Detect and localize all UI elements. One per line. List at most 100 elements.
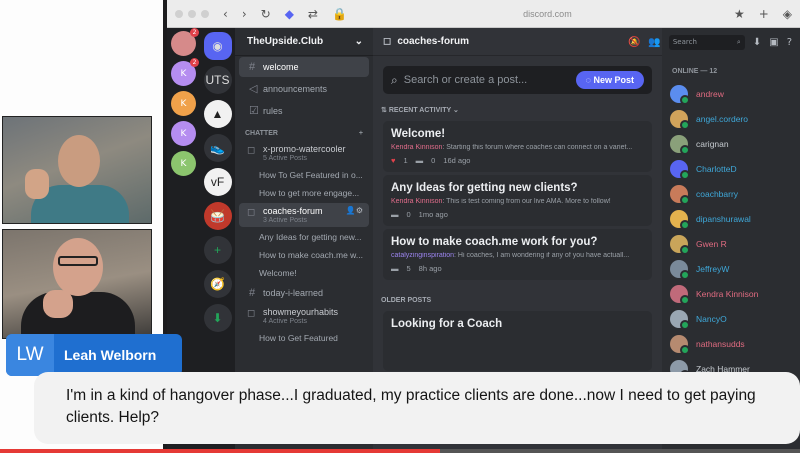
comment-icon: ▬ xyxy=(415,156,424,165)
forum-channel[interactable]: ◻ x-promo-watercooler 5 Active Posts xyxy=(239,141,369,165)
hash-icon: # xyxy=(249,61,256,73)
window-icon[interactable]: ▣ xyxy=(769,37,778,48)
search-placeholder: Search or create a post... xyxy=(403,74,528,86)
forum-icon: ◻ xyxy=(247,308,256,319)
section-label: OLDER POSTS xyxy=(381,297,432,304)
header-search-input[interactable]: Search ⌕ xyxy=(668,34,745,50)
server-avatar[interactable]: K2 xyxy=(171,58,199,86)
forum-post[interactable]: How to make coach.me work for you? catal… xyxy=(383,229,652,280)
guild-drum-icon[interactable]: 🥁 xyxy=(203,202,232,230)
thread-item[interactable]: How to get more engage... xyxy=(235,184,373,202)
thread-item[interactable]: How to Get Featured xyxy=(235,329,373,347)
member-item[interactable]: andrew xyxy=(662,81,800,106)
window-dot[interactable] xyxy=(201,9,209,18)
server-avatar[interactable]: K xyxy=(171,121,196,146)
inbox-icon[interactable]: ⬇ xyxy=(753,37,761,48)
avatar xyxy=(670,234,690,255)
channel-welcome[interactable]: # welcome xyxy=(239,57,369,77)
channel-label: announcements xyxy=(263,83,328,94)
extensions-icon[interactable]: ◈ xyxy=(783,7,792,21)
forum-channel-coaches[interactable]: ◻ coaches-forum 3 Active Posts 👤⚙ xyxy=(239,203,369,227)
channel-label: today-i-learned xyxy=(263,288,324,298)
member-item[interactable]: Kendra Kinnison xyxy=(662,281,800,306)
participant-video-2 xyxy=(2,229,152,339)
sort-icon: ⇅ xyxy=(381,107,389,114)
thread-item[interactable]: Welcome! xyxy=(235,264,373,282)
post-excerpt: Kendra Kinnison: This is test coming fro… xyxy=(391,198,644,205)
back-icon[interactable]: ‹ xyxy=(223,7,228,21)
server-label: K xyxy=(180,158,187,169)
speaker-name-tag: LW Leah Welborn xyxy=(6,334,182,376)
member-item[interactable]: coachbarry xyxy=(662,181,800,206)
swap-icon[interactable]: ⇄ xyxy=(308,7,318,21)
online-heading: ONLINE — 12 xyxy=(672,68,718,75)
window-dot[interactable] xyxy=(188,9,196,18)
guild-header[interactable]: TheUpside.Club ⌄ xyxy=(235,28,373,56)
new-tab-icon[interactable]: + xyxy=(759,7,769,21)
category-header[interactable]: CHATTER + xyxy=(235,122,373,140)
discord-tab-icon[interactable]: ◆ xyxy=(285,7,294,21)
members-icon[interactable]: 👥 xyxy=(648,37,660,48)
thread-item[interactable]: How to make coach.me w... xyxy=(235,246,373,264)
star-icon[interactable]: ★ xyxy=(734,7,745,21)
forum-channel-name: showmeyourhabits xyxy=(263,307,339,317)
member-name: coachbarry xyxy=(696,188,739,199)
forum-post[interactable]: Welcome! Kendra Kinnison: Starting this … xyxy=(383,121,652,172)
invite-icon[interactable]: 👤⚙ xyxy=(346,206,363,215)
reload-icon[interactable]: ↻ xyxy=(261,7,271,21)
server-avatar[interactable]: K xyxy=(171,91,196,116)
mute-icon[interactable]: 🔕 xyxy=(628,37,640,48)
forum-post[interactable]: Any Ideas for getting new clients? Kendr… xyxy=(383,175,652,226)
member-item[interactable]: CharlotteD xyxy=(662,156,800,181)
recent-activity-header[interactable]: ⇅ RECENT ACTIVITY ⌄ xyxy=(373,94,662,118)
add-channel-icon[interactable]: + xyxy=(359,130,363,137)
forward-icon[interactable]: › xyxy=(242,7,247,21)
window-controls xyxy=(175,9,209,18)
guild-uts[interactable]: UTS xyxy=(203,66,232,94)
explore-icon[interactable]: 🧭 xyxy=(203,270,232,298)
guild-arrow-icon[interactable]: ▲ xyxy=(203,100,232,128)
member-item[interactable]: angel.cordero xyxy=(662,106,800,131)
member-item[interactable]: JeffreyW xyxy=(662,256,800,281)
member-name: andrew xyxy=(696,88,724,99)
member-item[interactable]: carignan xyxy=(662,131,800,156)
participant-hand xyxy=(25,169,49,199)
member-item[interactable]: Gwen R xyxy=(662,231,800,256)
participant-head xyxy=(58,135,100,187)
server-avatar[interactable]: K xyxy=(171,151,196,176)
rules-icon: ☑ xyxy=(249,105,259,117)
thread-item[interactable]: Any Ideas for getting new... xyxy=(235,228,373,246)
channel-today-i-learned[interactable]: # today-i-learned xyxy=(239,283,369,303)
member-name: CharlotteD xyxy=(696,163,737,174)
address-bar[interactable]: discord.com xyxy=(361,9,734,19)
forum-post[interactable]: Looking for a Coach xyxy=(383,311,652,371)
download-icon[interactable]: ⬇ xyxy=(203,304,232,332)
guild-shoe-icon[interactable]: 👟 xyxy=(203,134,232,162)
member-name: angel.cordero xyxy=(696,113,748,124)
forum-active-count: 4 Active Posts xyxy=(263,318,307,325)
member-item[interactable]: NancyO xyxy=(662,306,800,331)
member-name: JeffreyW xyxy=(696,263,730,274)
older-posts-header: OLDER POSTS xyxy=(373,283,662,308)
comment-icon: ▬ xyxy=(391,210,399,219)
channel-rules[interactable]: ☑ rules xyxy=(239,100,369,121)
post-age: 8h ago xyxy=(418,264,442,273)
avatar xyxy=(670,159,690,180)
member-item[interactable]: nathansudds xyxy=(662,331,800,356)
help-icon[interactable]: ? xyxy=(787,37,792,48)
avatar xyxy=(670,334,690,355)
post-title: Any Ideas for getting new clients? xyxy=(391,182,578,194)
forum-channel[interactable]: ◻ showmeyourhabits 4 Active Posts xyxy=(239,304,369,328)
playback-progress[interactable] xyxy=(0,449,800,453)
new-post-button[interactable]: ◌ New Post xyxy=(575,71,644,89)
server-avatar[interactable]: 2 xyxy=(171,28,199,56)
guild-vf[interactable]: vF xyxy=(203,168,232,196)
thread-item[interactable]: How To Get Featured in o... xyxy=(235,166,373,184)
member-item[interactable]: dipanshurawal xyxy=(662,206,800,231)
channel-announcements[interactable]: ◁ announcements xyxy=(239,78,369,99)
forum-search-input[interactable]: ⌕ Search or create a post... ◌ New Post xyxy=(383,66,652,94)
discord-home-icon[interactable]: ◉ xyxy=(203,32,232,60)
comment-count: 0 xyxy=(406,210,411,219)
add-server-icon[interactable]: + xyxy=(203,236,232,264)
window-dot[interactable] xyxy=(175,9,183,18)
